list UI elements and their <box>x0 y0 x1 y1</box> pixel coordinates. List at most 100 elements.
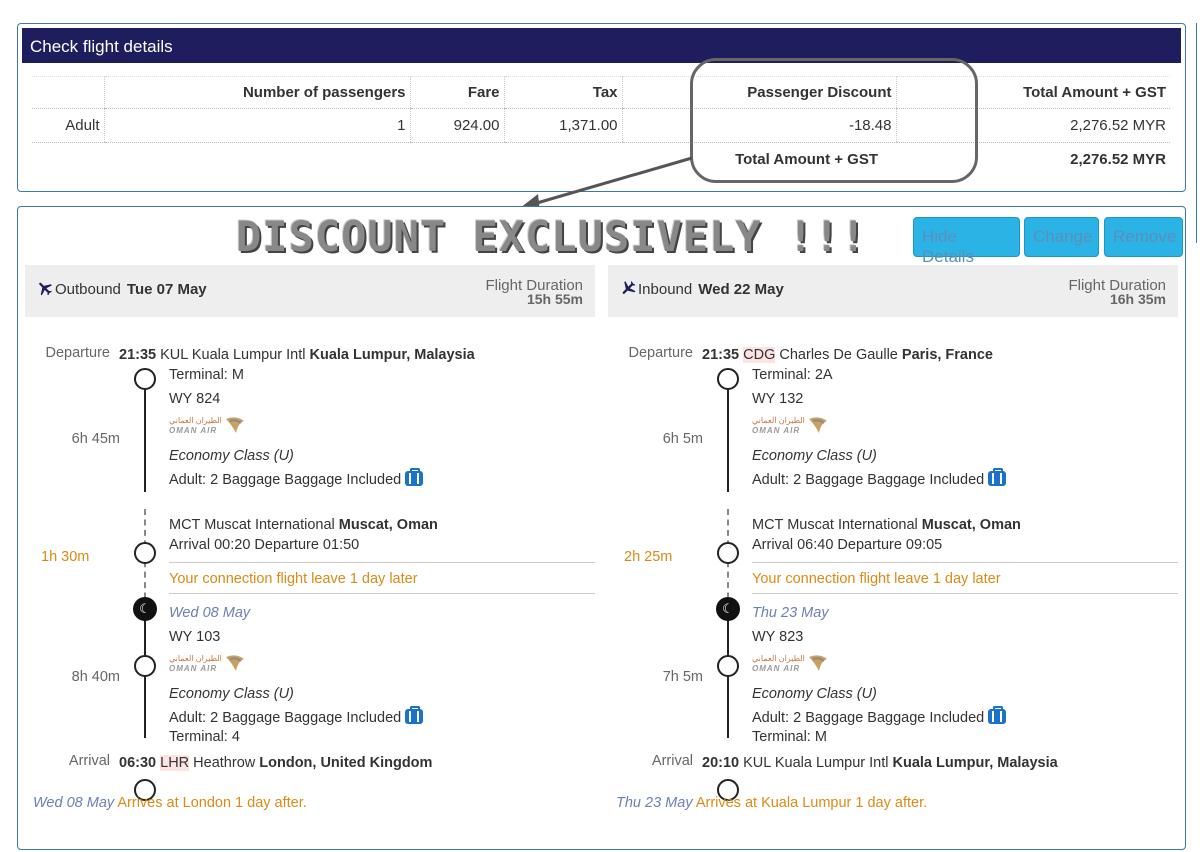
departure-city: Paris, France <box>901 347 993 363</box>
arrival-terminal: Terminal: M <box>752 729 827 745</box>
flight-number: WY 103 <box>169 629 221 645</box>
connection-note: Your connection flight leave 1 day later <box>169 571 418 587</box>
column-header: Fare <box>409 76 504 109</box>
connection-note: Your connection flight leave 1 day later <box>752 571 1001 587</box>
cabin-class: Economy Class (U) <box>752 448 877 464</box>
arrival-airport: Kuala Lumpur Intl <box>774 755 889 771</box>
departure-city: Kuala Lumpur, Malaysia <box>309 347 475 363</box>
table-cell: 924.00 <box>409 108 504 143</box>
arrival-label: Arrival <box>68 753 110 769</box>
flight-number: WY 824 <box>169 391 221 407</box>
arrival-city: London, United Kingdom <box>259 755 433 771</box>
connection-times: Arrival 06:40 Departure 09:05 <box>752 537 943 553</box>
moon-icon: ☾ <box>133 597 157 621</box>
direction-date: Wed 22 May <box>698 281 784 298</box>
timeline-node <box>134 655 156 677</box>
footer-note: Arrives at Kuala Lumpur 1 day after. <box>695 795 928 811</box>
discount-banner: DISCOUNT EXCLUSIVELY !!! <box>236 212 867 261</box>
flight-details-panel: DISCOUNT EXCLUSIVELY !!! Hide Details Ch… <box>17 206 1186 850</box>
arrival-info: 06:30 LHR Heathrow London, United Kingdo… <box>119 755 432 771</box>
flight-number: WY 823 <box>752 629 804 645</box>
departure-time: 21:35 <box>119 347 157 363</box>
footer-note: Arrives at London 1 day after. <box>117 795 307 811</box>
cabin-class: Economy Class (U) <box>169 448 294 464</box>
direction-label: Outbound <box>55 281 121 298</box>
segment-duration: 6h 5m <box>662 431 703 447</box>
direction-label: Inbound <box>638 281 693 298</box>
cabin-class: Economy Class (U) <box>752 686 877 702</box>
suitcase-icon[interactable] <box>405 706 424 724</box>
suitcase-icon[interactable] <box>988 706 1007 724</box>
divider <box>752 562 1178 563</box>
segment-date: Thu 23 May <box>752 605 829 621</box>
timeline-node <box>717 542 739 564</box>
total-value: 2,276.52 MYR <box>1070 151 1166 169</box>
plane-icon <box>39 282 52 296</box>
arrival-footer: Thu 23 May Arrives at Kuala Lumpur 1 day… <box>616 795 927 811</box>
layover-duration: 1h 30m <box>41 549 90 565</box>
divider <box>169 593 595 594</box>
duration-value: 15h 55m <box>526 291 583 307</box>
moon-icon: ☾ <box>716 597 740 621</box>
departure-info: 21:35 KUL Kuala Lumpur Intl Kuala Lumpur… <box>119 347 475 363</box>
timeline-node <box>717 368 739 390</box>
departure-info: 21:35 CDG Charles De Gaulle Paris, Franc… <box>702 347 993 363</box>
table-cell: 1 <box>103 108 410 143</box>
flight-number: WY 132 <box>752 391 804 407</box>
departure-terminal: Terminal: M <box>169 367 244 383</box>
baggage-info: Adult: 2 Baggage Baggage Included <box>752 706 1007 726</box>
table-cell: 1,371.00 <box>503 108 622 143</box>
total-label: Total Amount + GST <box>735 151 878 169</box>
connection-airport: MCT Muscat International Muscat, Oman <box>169 517 438 533</box>
departure-airport: Charles De Gaulle <box>779 347 898 363</box>
fare-table-header: Number of passengers Fare Tax Passenger … <box>32 76 1170 109</box>
connection-city: Muscat, Oman <box>338 517 438 533</box>
oman-air-logo: الطيران العماني OMAN AIR <box>752 415 832 439</box>
column-header <box>32 76 104 109</box>
column-header: Total Amount + GST <box>895 76 1170 109</box>
arrival-label: Arrival <box>651 753 693 769</box>
departure-airport: Kuala Lumpur Intl <box>191 347 306 363</box>
arrival-info: 20:10 KUL Kuala Lumpur Intl Kuala Lumpur… <box>702 755 1058 771</box>
arrival-time: 06:30 <box>119 755 157 771</box>
scrollbar[interactable] <box>1196 23 1200 243</box>
timeline-node <box>134 368 156 390</box>
connection-code: MCT <box>752 517 784 533</box>
departure-terminal: Terminal: 2A <box>752 367 833 383</box>
suitcase-icon[interactable] <box>988 468 1007 486</box>
oman-air-logo: الطيران العماني OMAN AIR <box>169 415 249 439</box>
arrival-code: KUL <box>743 755 771 771</box>
inbound-header: Inbound Wed 22 May Flight Duration 16h 35… <box>608 265 1178 317</box>
segment-duration: 7h 5m <box>662 669 703 685</box>
departure-code: CDG <box>743 347 776 363</box>
timeline-line <box>144 375 146 492</box>
timeline-node <box>134 542 156 564</box>
footer-date: Wed 08 May <box>33 795 115 811</box>
connection-airport: MCT Muscat International Muscat, Oman <box>752 517 1021 533</box>
table-cell: 2,276.52 MYR <box>895 108 1170 143</box>
outbound-header: Outbound Tue 07 May Flight Duration 15h 5… <box>25 265 595 317</box>
baggage-info: Adult: 2 Baggage Baggage Included <box>169 706 424 726</box>
arrival-terminal: Terminal: 4 <box>169 729 240 745</box>
duration-value: 16h 35m <box>1109 291 1166 307</box>
oman-air-logo: الطيران العماني OMAN AIR <box>169 653 249 677</box>
divider <box>169 562 595 563</box>
connection-airport-name: Muscat International <box>787 517 918 533</box>
direction-date: Tue 07 May <box>126 281 207 298</box>
change-button[interactable]: Change <box>1024 217 1099 257</box>
remove-button[interactable]: Remove <box>1104 217 1183 257</box>
segment-duration: 6h 45m <box>71 431 120 447</box>
timeline-node <box>717 655 739 677</box>
arrival-city: Kuala Lumpur, Malaysia <box>892 755 1058 771</box>
cabin-class: Economy Class (U) <box>169 686 294 702</box>
table-cell: Adult <box>32 108 104 143</box>
connection-city: Muscat, Oman <box>921 517 1021 533</box>
divider <box>752 593 1178 594</box>
departure-time: 21:35 <box>702 347 740 363</box>
suitcase-icon[interactable] <box>405 468 424 486</box>
connection-airport-name: Muscat International <box>204 517 335 533</box>
hide-details-button[interactable]: Hide Details <box>913 217 1020 266</box>
departure-label: Departure <box>45 345 110 361</box>
column-header: Passenger Discount <box>621 76 896 109</box>
column-header: Number of passengers <box>103 76 410 109</box>
